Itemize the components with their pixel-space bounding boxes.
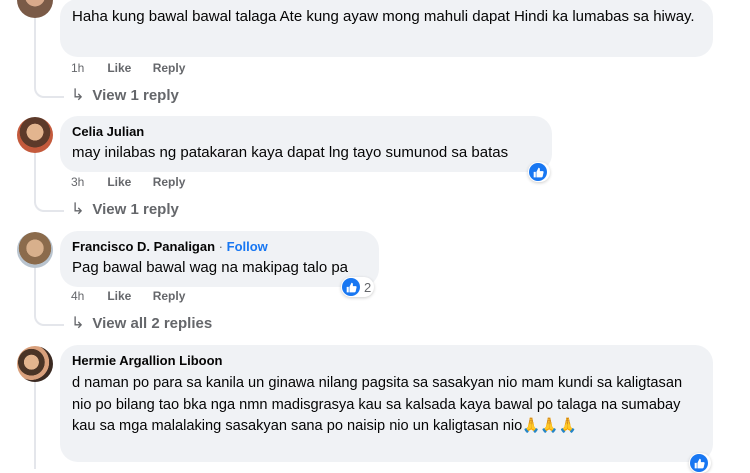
comment-text: Pag bawal bawal wag na makipag talo pa	[72, 259, 349, 276]
comment-bubble: Hermie Argallion Liboon d naman po para …	[60, 345, 713, 462]
comment-bubble: Francisco D. Panaligan · Follow Pag bawa…	[60, 231, 379, 287]
reply-arrow-icon: ↳	[71, 201, 85, 218]
avatar[interactable]	[17, 117, 53, 153]
comment-time[interactable]: 4h	[71, 288, 104, 304]
follow-button[interactable]: Follow	[227, 239, 268, 254]
like-button[interactable]: Like	[107, 174, 131, 190]
comment-time[interactable]: 1h	[71, 60, 104, 76]
comment-time[interactable]: 3h	[71, 174, 104, 190]
comment-bubble: Haha kung bawal bawal talaga Ate kung ay…	[60, 0, 713, 57]
view-replies-link[interactable]: ↳ View 1 reply	[71, 86, 179, 106]
like-icon	[690, 454, 708, 472]
like-button[interactable]: Like	[107, 60, 131, 76]
comment-actions: 3h Like Reply	[71, 174, 203, 190]
comment-author-line: Francisco D. Panaligan · Follow	[72, 239, 367, 255]
reaction-summary[interactable]	[689, 453, 711, 473]
separator: ·	[218, 239, 224, 254]
reply-arrow-icon: ↳	[71, 315, 85, 332]
comment-author[interactable]: Francisco D. Panaligan	[72, 239, 215, 254]
avatar[interactable]	[17, 346, 53, 382]
reply-button[interactable]: Reply	[153, 174, 186, 190]
thread-branch	[34, 295, 64, 326]
comment-actions: 4h Like Reply	[71, 288, 203, 304]
reaction-count: 2	[364, 279, 372, 295]
view-replies-label: View 1 reply	[92, 87, 179, 104]
comment-text: may inilabas ng patakaran kaya dapat lng…	[72, 144, 509, 161]
comment-text: d naman po para sa kanila un ginawa nila…	[72, 375, 683, 434]
reply-button[interactable]: Reply	[153, 60, 186, 76]
comment-author[interactable]: Hermie Argallion Liboon	[72, 353, 701, 369]
view-replies-label: View all 2 replies	[92, 315, 213, 332]
comment-text: Haha kung bawal bawal talaga Ate kung ay…	[72, 8, 695, 25]
view-replies-link[interactable]: ↳ View 1 reply	[71, 200, 179, 220]
comment-bubble: Celia Julian may inilabas ng patakaran k…	[60, 116, 552, 172]
like-icon	[342, 278, 360, 296]
comment-actions: 1h Like Reply	[71, 60, 203, 76]
reply-button[interactable]: Reply	[153, 288, 186, 304]
view-replies-label: View 1 reply	[92, 201, 179, 218]
reaction-summary[interactable]: 2	[341, 277, 375, 297]
avatar[interactable]	[17, 0, 53, 18]
thread-branch	[34, 180, 64, 212]
thread-branch	[34, 60, 64, 98]
view-replies-link[interactable]: ↳ View all 2 replies	[71, 314, 212, 334]
thread-line	[34, 382, 36, 469]
like-icon	[529, 163, 547, 181]
avatar[interactable]	[17, 232, 53, 268]
like-button[interactable]: Like	[107, 288, 131, 304]
reply-arrow-icon: ↳	[71, 87, 85, 104]
reaction-summary[interactable]	[528, 162, 550, 182]
comment-author[interactable]: Celia Julian	[72, 124, 540, 140]
